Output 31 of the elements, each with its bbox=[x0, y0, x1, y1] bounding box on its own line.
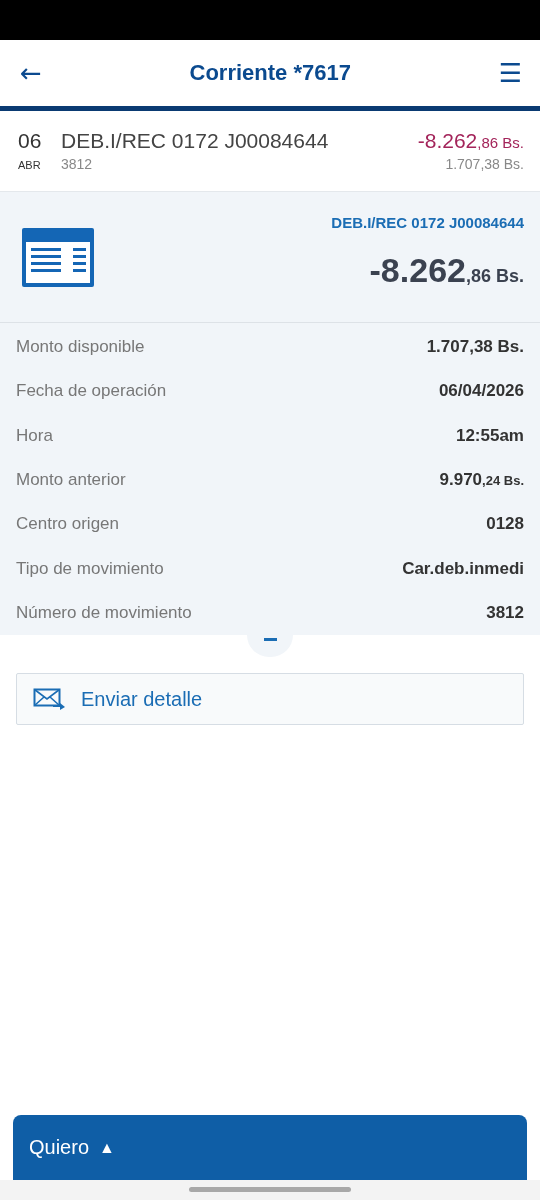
envelope-icon bbox=[33, 688, 65, 710]
detail-value: 1.707,38 Bs. bbox=[426, 337, 524, 358]
detail-label: Número de movimiento bbox=[16, 602, 192, 623]
detail-value: 9.970,24 Bs. bbox=[439, 470, 524, 490]
detail-value: 3812 bbox=[486, 602, 524, 623]
detail-label: Tipo de movimiento bbox=[16, 558, 164, 579]
caret-icon: ▲ bbox=[99, 1138, 115, 1157]
detail-value: 12:55am bbox=[455, 425, 524, 446]
transaction-description: DEB.I/REC 0172 J00084644 bbox=[61, 129, 330, 153]
transaction-amount: -8.262,86 Bs. bbox=[417, 129, 524, 153]
detail-value: Car.deb.inmedi bbox=[402, 558, 524, 579]
detail-label: Fecha de operación bbox=[16, 381, 167, 402]
detail-label: Monto disponible bbox=[16, 337, 145, 358]
transaction-reference: 3812 bbox=[61, 156, 94, 172]
detail-amount: -8.262,86 Bs. bbox=[369, 251, 524, 290]
collapse-toggle[interactable] bbox=[247, 635, 293, 657]
transaction-month: ABR bbox=[18, 159, 42, 171]
detail-title: DEB.I/REC 0172 J00084644 bbox=[331, 214, 524, 231]
quiero-bar[interactable]: Quiero ▲ bbox=[13, 1115, 527, 1180]
transaction-balance: 1.707,38 Bs. bbox=[445, 156, 524, 172]
detail-label: Centro origen bbox=[16, 514, 119, 535]
detail-label: Monto anterior bbox=[16, 470, 126, 490]
back-button[interactable]: ← bbox=[20, 58, 42, 88]
detail-value: 06/04/2026 bbox=[438, 381, 524, 402]
statement-icon bbox=[22, 227, 94, 287]
detail-value: 0128 bbox=[486, 514, 524, 535]
transaction-day: 06 bbox=[18, 129, 61, 153]
detail-label: Hora bbox=[16, 425, 53, 446]
send-detail-button[interactable]: Enviar detalle bbox=[16, 673, 524, 725]
menu-button[interactable]: ☰ bbox=[498, 58, 522, 88]
account-title: Corriente *7617 bbox=[189, 60, 351, 86]
